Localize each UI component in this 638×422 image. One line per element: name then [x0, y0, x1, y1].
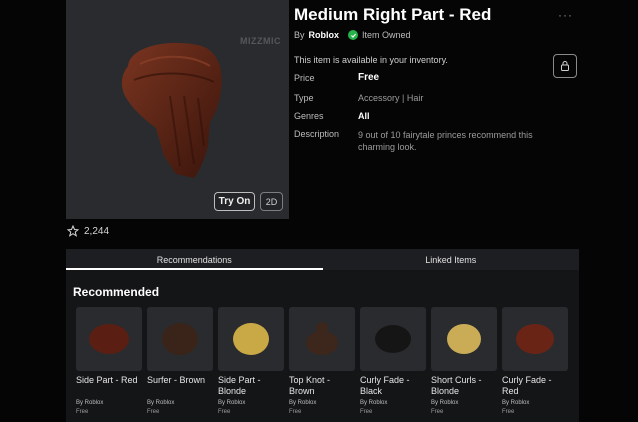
lock-icon	[561, 61, 569, 71]
item-price: Free	[431, 409, 444, 415]
item-price: Free	[360, 409, 373, 415]
tab-linked-items[interactable]: Linked Items	[323, 249, 580, 270]
recommended-item-card[interactable]: Surfer - Brown By Roblox Free	[147, 307, 213, 415]
hair-icon	[447, 324, 481, 354]
recommended-heading: Recommended	[73, 285, 160, 299]
catalog-item-page: MIZZMIC Try On 2D 2,244 Medium Right Par…	[0, 0, 638, 422]
hair-icon	[516, 324, 554, 354]
hair-icon	[375, 325, 411, 353]
type-value: Accessory | Hair	[358, 93, 424, 103]
recommended-item-card[interactable]: Side Part - Red By Roblox Free	[76, 307, 142, 415]
item-name: Short Curls - Blonde	[431, 375, 482, 396]
checkmark-icon	[348, 30, 359, 40]
genres-label: Genres	[294, 111, 324, 121]
item-name: Side Part - Blonde	[218, 375, 261, 396]
item-name: Curly Fade - Black	[360, 375, 410, 396]
view-2d-button[interactable]: 2D	[260, 192, 283, 211]
price-label: Price	[294, 73, 315, 83]
creator-link[interactable]: Roblox	[309, 30, 340, 40]
price-value: Free	[358, 72, 380, 83]
hair-icon	[162, 323, 198, 355]
item-creator: By Roblox	[289, 400, 317, 406]
type-label: Type	[294, 93, 314, 103]
recommended-item-card[interactable]: Top Knot - Brown By Roblox Free	[289, 307, 355, 415]
recommended-section: Recommended Side Part - Red By Roblox Fr…	[66, 270, 579, 422]
favorite-button[interactable]: 2,244	[67, 225, 109, 237]
description-value: 9 out of 10 fairytale princes recommend …	[358, 130, 533, 152]
item-creator: By Roblox	[431, 400, 459, 406]
creator-line: By Roblox Item Owned	[294, 30, 411, 40]
item-thumbnail	[218, 307, 284, 371]
hair-icon	[306, 322, 338, 355]
availability-text: This item is available in your inventory…	[294, 55, 448, 65]
item-price: Free	[289, 409, 302, 415]
favorite-count: 2,244	[84, 225, 110, 237]
item-creator: By Roblox	[502, 400, 530, 406]
item-creator: By Roblox	[76, 400, 104, 406]
item-price: Free	[218, 409, 231, 415]
tab-recommendations[interactable]: Recommendations	[66, 249, 323, 270]
item-creator: By Roblox	[360, 400, 388, 406]
recommended-item-card[interactable]: Short Curls - Blonde By Roblox Free	[431, 307, 497, 415]
recommended-item-card[interactable]: Side Part - Blonde By Roblox Free	[218, 307, 284, 415]
description-label: Description	[294, 129, 340, 139]
item-creator: By Roblox	[147, 400, 175, 406]
item-thumbnail	[431, 307, 497, 371]
owned-label: Item Owned	[362, 30, 411, 40]
item-price: Free	[76, 409, 89, 415]
item-name: Side Part - Red	[76, 375, 138, 385]
star-icon	[67, 225, 79, 237]
item-thumbnail	[502, 307, 568, 371]
genres-value: All	[358, 111, 370, 121]
item-name: Top Knot - Brown	[289, 375, 331, 396]
recommended-item-card[interactable]: Curly Fade - Black By Roblox Free	[360, 307, 426, 415]
item-price: Free	[502, 409, 515, 415]
recommended-item-card[interactable]: Curly Fade - Red By Roblox Free	[502, 307, 568, 415]
item-thumbnail	[147, 307, 213, 371]
item-preview[interactable]: MIZZMIC Try On 2D	[66, 0, 289, 219]
item-creator: By Roblox	[218, 400, 246, 406]
watermark: MIZZMIC	[240, 36, 281, 46]
by-prefix: By	[294, 30, 305, 40]
more-options-button[interactable]: ···	[558, 8, 573, 22]
item-thumbnail	[76, 307, 142, 371]
item-price: Free	[147, 409, 160, 415]
try-on-button[interactable]: Try On	[214, 192, 255, 211]
inventory-button[interactable]	[553, 54, 577, 78]
tab-bar: Recommendations Linked Items	[66, 249, 579, 270]
hair-icon	[89, 324, 129, 354]
item-thumbnail	[360, 307, 426, 371]
hair-accessory-image	[121, 42, 222, 178]
item-thumbnail	[289, 307, 355, 371]
hair-icon	[233, 323, 269, 355]
item-title: Medium Right Part - Red	[294, 5, 492, 24]
item-name: Curly Fade - Red	[502, 375, 552, 396]
item-name: Surfer - Brown	[147, 375, 206, 385]
